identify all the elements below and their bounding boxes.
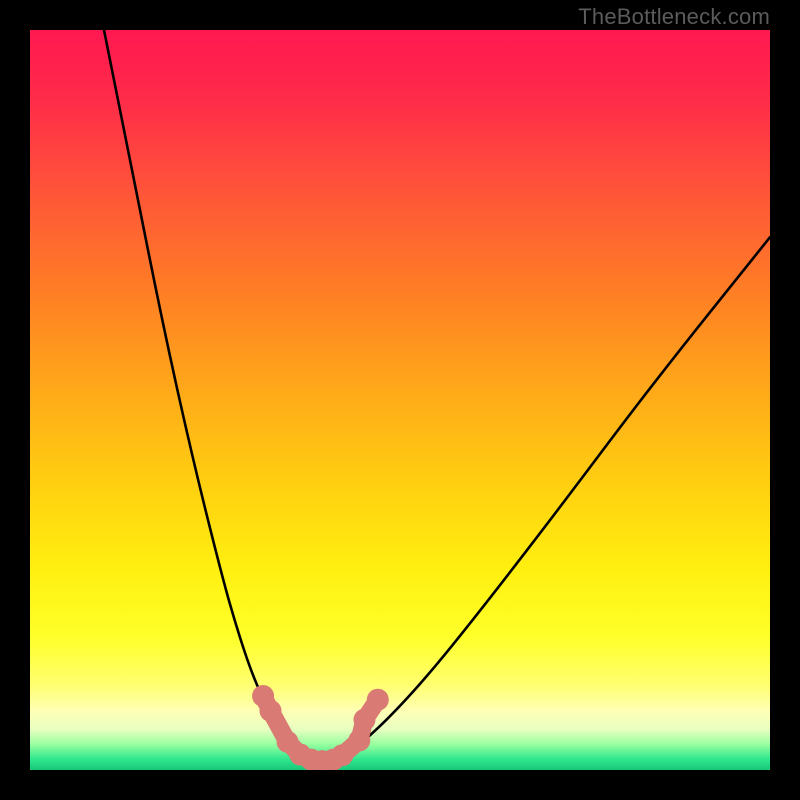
curve-marker <box>260 700 282 722</box>
chart-frame: TheBottleneck.com <box>0 0 800 800</box>
curve-marker <box>367 689 389 711</box>
bottleneck-curve <box>30 30 770 770</box>
curve-marker <box>331 744 353 766</box>
curve-marker <box>348 729 370 751</box>
watermark-text: TheBottleneck.com <box>578 4 770 30</box>
plot-area <box>30 30 770 770</box>
curve-marker <box>353 709 375 731</box>
